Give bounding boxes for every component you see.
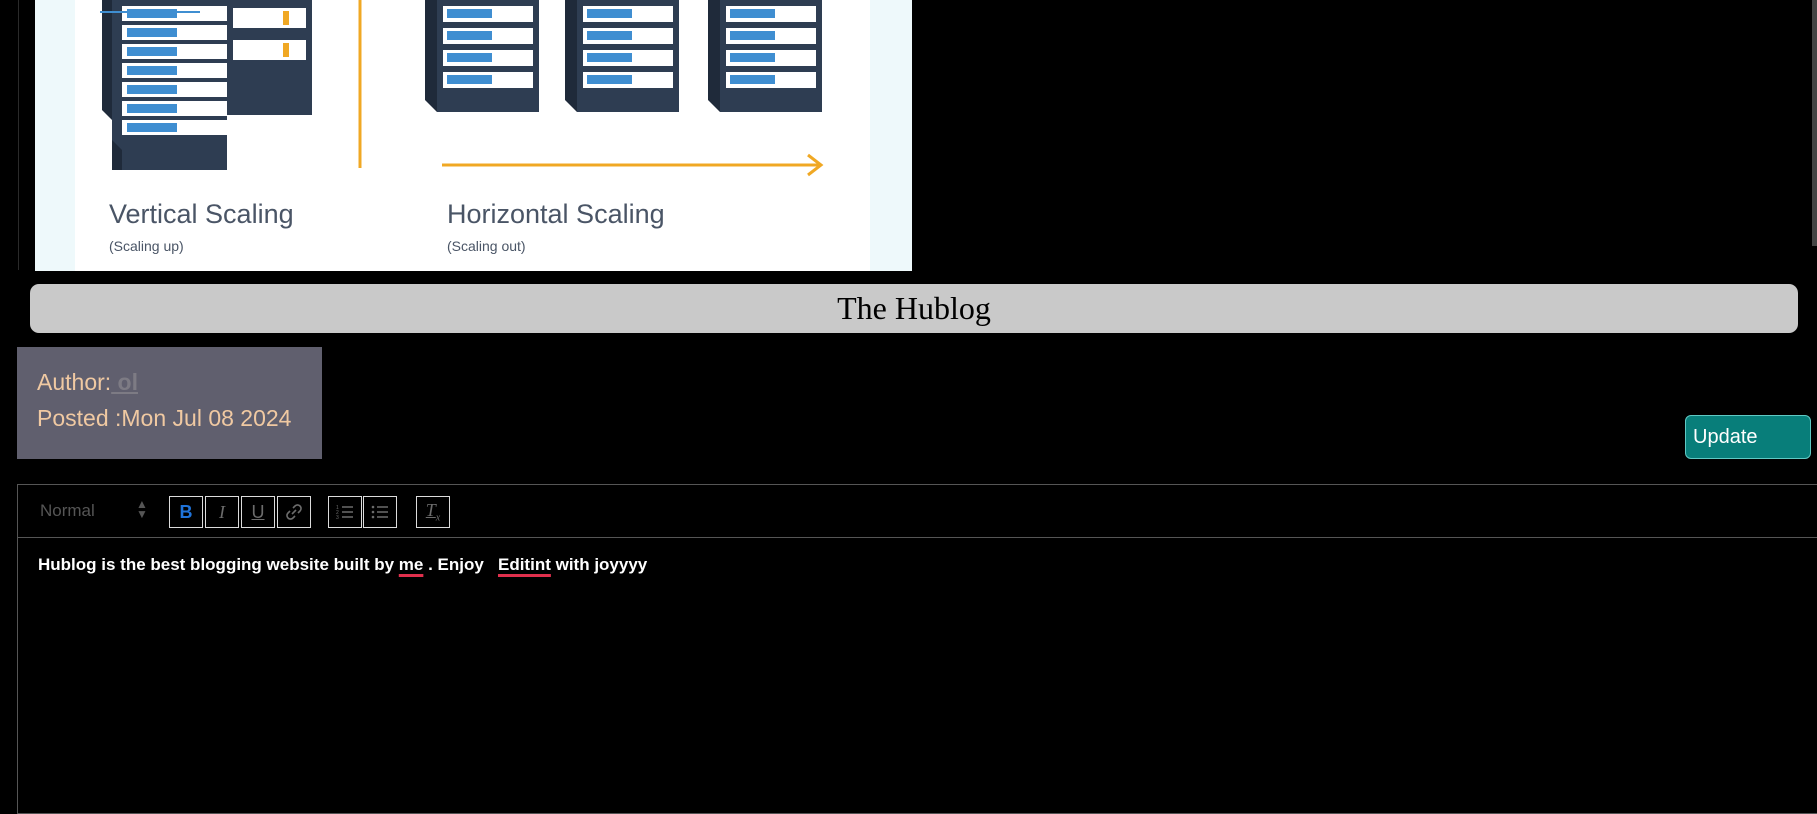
author-label: Author: [37,369,112,395]
header-format-select[interactable]: Normal ▲ ▼ [40,498,148,521]
content-part-1: Hublog is the best blogging website buil… [38,555,399,574]
link-icon [286,504,302,520]
update-button[interactable]: Update [1685,415,1811,459]
italic-icon: I [219,501,225,522]
bullet-list-icon [371,505,388,519]
clear-format-button[interactable]: Tx [416,496,450,528]
svg-text:3: 3 [336,515,339,520]
vertical-caption: Vertical Scaling [109,199,294,229]
scaling-diagram: Vertical Scaling (Scaling up) Horizontal… [75,0,870,271]
page-title: The Hublog [837,290,991,326]
bullet-list-button[interactable] [363,496,397,528]
horizontal-server-row-icon [425,0,822,112]
posted-line: Posted :Mon Jul 08 2024 [37,405,291,432]
underline-button[interactable]: U [241,496,275,528]
scaling-illustration: Vertical Scaling (Scaling up) Horizontal… [100,0,824,254]
page-left-border [18,0,19,270]
content-part-2: . Enjoy [423,555,498,574]
select-arrows-icon: ▲ ▼ [136,497,148,521]
header-select-value: Normal [40,501,95,520]
post-meta-box: Author: ol Posted :Mon Jul 08 2024 [17,347,322,459]
ordered-list-button[interactable]: 123 [328,496,362,528]
misspelled-word-me: me [398,555,424,574]
blog-title-bar: The Hublog [30,284,1798,333]
author-line: Author: ol [37,369,138,396]
arrow-right-icon [442,153,824,177]
content-part-3: with joyyyy [550,555,648,574]
ordered-list-icon: 123 [336,505,353,520]
horizontal-subcaption: (Scaling out) [447,238,526,254]
posted-label: Posted : [37,405,122,431]
vertical-subcaption: (Scaling up) [109,238,184,254]
italic-button[interactable]: I [205,496,239,528]
rich-text-editor: Normal ▲ ▼ B I U 123 Tx Hublog is the be… [17,484,1817,814]
clear-format-icon: Tx [425,500,441,524]
author-link[interactable]: ol [111,369,138,395]
posted-date: Mon Jul 08 2024 [121,405,292,431]
editor-content[interactable]: Hublog is the best blogging website buil… [38,555,647,575]
misspelled-word-editint: Editint [497,555,551,574]
horizontal-caption: Horizontal Scaling [447,199,665,229]
underline-icon: U [251,501,265,522]
link-button[interactable] [277,496,311,528]
editor-toolbar: Normal ▲ ▼ B I U 123 Tx [18,485,1817,538]
post-cover-image: Vertical Scaling (Scaling up) Horizontal… [35,0,912,271]
bold-button[interactable]: B [169,496,203,528]
vertical-server-stack-icon [100,0,312,170]
window-scrollbar[interactable] [1812,0,1817,246]
bold-icon: B [179,501,193,522]
